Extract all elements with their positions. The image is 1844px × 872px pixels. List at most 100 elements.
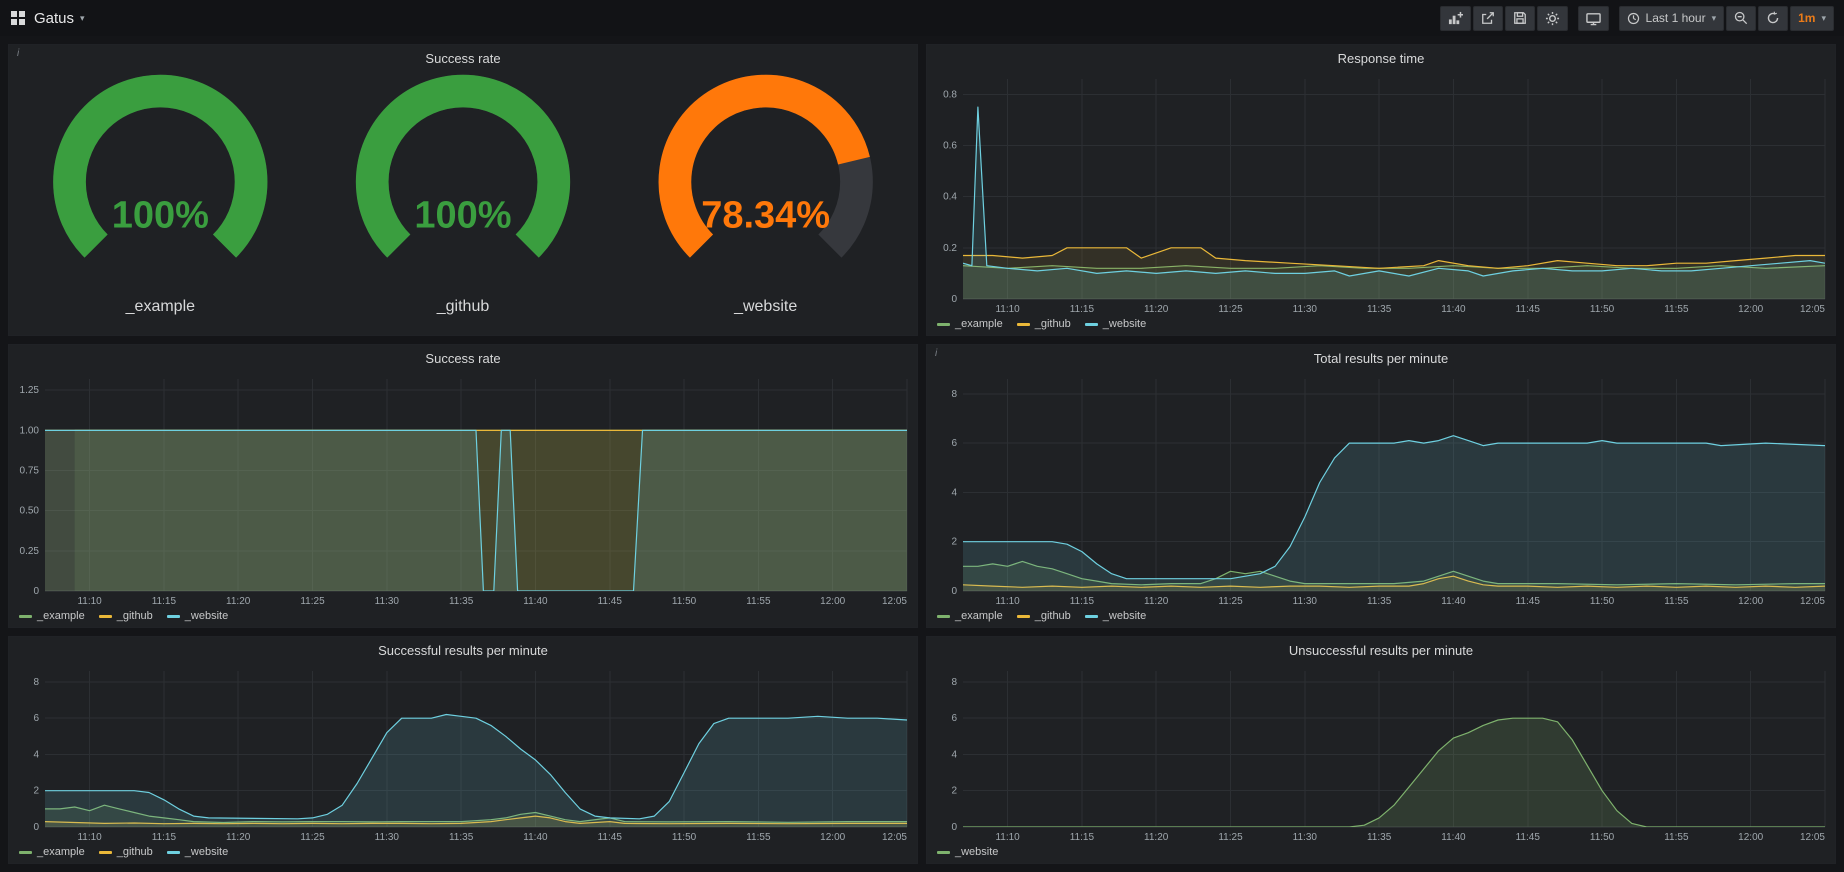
refresh-button[interactable] bbox=[1758, 6, 1788, 31]
panel-info-icon[interactable]: i bbox=[14, 48, 22, 59]
legend-label: _website bbox=[185, 846, 228, 858]
panel-title[interactable]: Response time bbox=[1338, 51, 1425, 66]
line-chart-area[interactable]: 11:1011:1511:2011:2511:3011:3511:4011:45… bbox=[927, 71, 1835, 317]
svg-text:4: 4 bbox=[951, 749, 957, 760]
panel-title[interactable]: Successful results per minute bbox=[378, 643, 548, 658]
panel-title[interactable]: Unsuccessful results per minute bbox=[1289, 643, 1473, 658]
svg-text:11:35: 11:35 bbox=[1367, 304, 1392, 315]
svg-text:11:20: 11:20 bbox=[226, 596, 251, 607]
legend-item-_github[interactable]: _github bbox=[99, 610, 153, 622]
line-chart-area[interactable]: 11:1011:1511:2011:2511:3011:3511:4011:45… bbox=[927, 371, 1835, 609]
legend-label: _website bbox=[955, 846, 998, 858]
svg-text:12:05: 12:05 bbox=[1800, 596, 1825, 607]
dashboard-title[interactable]: Gatus ▾ bbox=[34, 10, 85, 27]
svg-text:12:00: 12:00 bbox=[820, 596, 845, 607]
legend-label: _website bbox=[1103, 610, 1146, 622]
gear-icon bbox=[1545, 11, 1560, 26]
panel-header: i Success rate bbox=[9, 345, 917, 371]
save-button[interactable] bbox=[1505, 6, 1535, 31]
svg-text:11:45: 11:45 bbox=[1516, 832, 1541, 843]
svg-text:0: 0 bbox=[33, 586, 39, 597]
svg-text:1.00: 1.00 bbox=[20, 425, 40, 436]
legend-item-_example[interactable]: _example bbox=[937, 318, 1003, 330]
panel-actions-group bbox=[1440, 6, 1568, 31]
time-range-button[interactable]: Last 1 hour ▾ bbox=[1619, 6, 1725, 31]
svg-text:11:40: 11:40 bbox=[523, 832, 548, 843]
dashboard-grid-icon[interactable] bbox=[10, 10, 26, 26]
legend-item-_example[interactable]: _example bbox=[19, 610, 85, 622]
panel-title[interactable]: Total results per minute bbox=[1314, 351, 1448, 366]
legend-item-_github[interactable]: _github bbox=[1017, 610, 1071, 622]
svg-text:11:55: 11:55 bbox=[1664, 304, 1689, 315]
svg-text:11:55: 11:55 bbox=[1664, 596, 1689, 607]
svg-text:0.75: 0.75 bbox=[20, 466, 40, 477]
svg-text:0.25: 0.25 bbox=[20, 546, 40, 557]
settings-button[interactable] bbox=[1537, 6, 1568, 31]
refresh-icon bbox=[1766, 11, 1780, 25]
svg-text:11:25: 11:25 bbox=[1218, 832, 1243, 843]
svg-text:12:00: 12:00 bbox=[1738, 832, 1763, 843]
legend-item-_website[interactable]: _website bbox=[937, 846, 998, 858]
tv-mode-button[interactable] bbox=[1578, 6, 1609, 31]
svg-text:8: 8 bbox=[951, 677, 957, 688]
line-chart-area[interactable]: 11:1011:1511:2011:2511:3011:3511:4011:45… bbox=[9, 371, 917, 609]
legend-item-_website[interactable]: _website bbox=[1085, 318, 1146, 330]
svg-text:11:30: 11:30 bbox=[375, 832, 400, 843]
svg-text:11:45: 11:45 bbox=[598, 596, 623, 607]
navbar-right: Last 1 hour ▾ 1m ▾ bbox=[1440, 6, 1834, 31]
caret-down-icon: ▾ bbox=[1821, 14, 1826, 23]
legend-swatch-icon bbox=[99, 615, 112, 618]
legend-swatch-icon bbox=[937, 323, 950, 326]
chart-legend: _example _github _website bbox=[9, 609, 917, 627]
legend-label: _example bbox=[955, 318, 1003, 330]
legend-swatch-icon bbox=[19, 851, 32, 854]
panel-info-icon[interactable]: i bbox=[932, 348, 940, 359]
share-button[interactable] bbox=[1473, 6, 1503, 31]
legend-swatch-icon bbox=[99, 851, 112, 854]
svg-text:11:45: 11:45 bbox=[598, 832, 623, 843]
refresh-interval-label: 1m bbox=[1798, 11, 1815, 25]
svg-text:6: 6 bbox=[33, 713, 39, 724]
svg-text:11:35: 11:35 bbox=[449, 832, 474, 843]
svg-text:11:35: 11:35 bbox=[1367, 596, 1392, 607]
dashboard-title-text: Gatus bbox=[34, 10, 74, 27]
legend-label: _example bbox=[955, 610, 1003, 622]
add-panel-button[interactable] bbox=[1440, 6, 1471, 31]
legend-item-_github[interactable]: _github bbox=[1017, 318, 1071, 330]
svg-text:0.2: 0.2 bbox=[943, 243, 957, 254]
svg-text:11:55: 11:55 bbox=[746, 832, 771, 843]
line-chart-area[interactable]: 11:1011:1511:2011:2511:3011:3511:4011:45… bbox=[9, 663, 917, 845]
panel-success-rate-graph: i Success rate 11:1011:1511:2011:2511:30… bbox=[8, 344, 918, 628]
svg-text:6: 6 bbox=[951, 713, 957, 724]
svg-text:11:10: 11:10 bbox=[77, 596, 102, 607]
line-chart-area[interactable]: 11:1011:1511:2011:2511:3011:3511:4011:45… bbox=[927, 663, 1835, 845]
save-icon bbox=[1513, 11, 1527, 25]
legend-item-_website[interactable]: _website bbox=[167, 846, 228, 858]
svg-text:11:10: 11:10 bbox=[995, 832, 1020, 843]
legend-swatch-icon bbox=[19, 615, 32, 618]
legend-item-_example[interactable]: _example bbox=[937, 610, 1003, 622]
legend-item-_website[interactable]: _website bbox=[1085, 610, 1146, 622]
legend-item-_github[interactable]: _github bbox=[99, 846, 153, 858]
zoom-out-button[interactable] bbox=[1726, 6, 1756, 31]
gauge-label: _github bbox=[436, 298, 490, 315]
svg-text:11:10: 11:10 bbox=[77, 832, 102, 843]
refresh-interval-button[interactable]: 1m ▾ bbox=[1790, 6, 1834, 31]
legend-item-_example[interactable]: _example bbox=[19, 846, 85, 858]
panel-response-time: i Response time 11:1011:1511:2011:2511:3… bbox=[926, 44, 1836, 336]
svg-text:4: 4 bbox=[951, 487, 957, 498]
svg-text:11:20: 11:20 bbox=[226, 832, 251, 843]
svg-text:11:30: 11:30 bbox=[1293, 832, 1318, 843]
time-range-label: Last 1 hour bbox=[1646, 11, 1706, 25]
panel-header: i Total results per minute bbox=[927, 345, 1835, 371]
legend-swatch-icon bbox=[937, 615, 950, 618]
dashboard-grid: i Success rate 100%_example100%_github78… bbox=[0, 36, 1844, 872]
legend-item-_website[interactable]: _website bbox=[167, 610, 228, 622]
svg-text:0: 0 bbox=[951, 586, 957, 597]
panel-title[interactable]: Success rate bbox=[425, 51, 500, 66]
svg-text:12:00: 12:00 bbox=[820, 832, 845, 843]
svg-text:11:50: 11:50 bbox=[1590, 596, 1615, 607]
panel-title[interactable]: Success rate bbox=[425, 351, 500, 366]
svg-text:11:40: 11:40 bbox=[523, 596, 548, 607]
gauge-label: _example bbox=[125, 298, 195, 315]
